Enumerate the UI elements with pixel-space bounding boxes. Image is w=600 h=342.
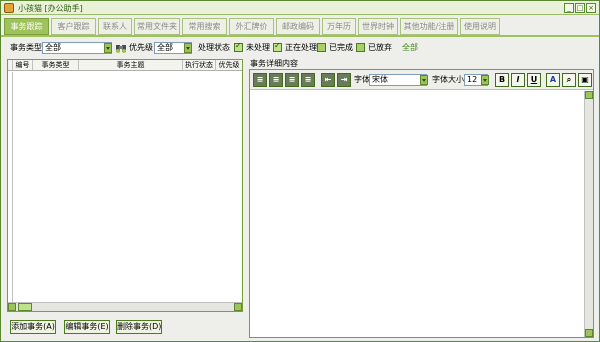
tab-other-register[interactable]: 其他功能/注册 (400, 18, 458, 35)
status-all-link[interactable]: 全部 (402, 42, 418, 54)
scroll-left-icon[interactable] (8, 303, 16, 311)
tab-divider (1, 35, 599, 37)
status-unprocessed-label: 未处理 (246, 43, 270, 52)
tab-common-folders[interactable]: 常用文件夹 (134, 18, 180, 35)
chevron-down-icon[interactable] (420, 75, 428, 85)
minimize-button[interactable]: _ (564, 3, 574, 13)
font-size-label: 字体大小 (432, 75, 464, 84)
maximize-button[interactable]: □ (575, 3, 585, 13)
save-icon[interactable]: ▣ (578, 73, 592, 87)
status-abandoned-label: 已放弃 (368, 43, 392, 52)
tab-exchange-rates[interactable]: 外汇牌价 (229, 18, 274, 35)
font-select[interactable]: 宋体 (369, 74, 427, 86)
title-bar[interactable]: 小孩猫 [办公助手] _ □ × (1, 1, 599, 15)
tab-task-tracking[interactable]: 事务跟踪 (4, 18, 49, 35)
status-filter-label: 处理状态 (198, 43, 230, 52)
align-justify-icon[interactable]: ≡ (301, 73, 315, 87)
tab-contacts[interactable]: 联系人 (98, 18, 132, 35)
type-filter-select[interactable]: 全部 (42, 42, 112, 54)
scroll-right-icon[interactable] (234, 303, 242, 311)
app-window: 小孩猫 [办公助手] _ □ × 事务跟踪 客户跟踪 联系人 常用文件夹 常用搜… (0, 0, 600, 342)
align-right-icon[interactable]: ≡ (285, 73, 299, 87)
column-header-priority[interactable]: 优先级 (216, 60, 242, 71)
detail-label: 事务详细内容 (250, 59, 298, 68)
chevron-down-icon[interactable] (184, 43, 192, 53)
status-checkbox-unprocessed[interactable] (234, 41, 243, 52)
filter-toolbar: 事务类型 全部 优先级 全部 处理状态 未处理 正在处理 已完成 已放弃 全部 (8, 41, 598, 55)
outdent-icon[interactable]: ⇤ (321, 73, 335, 87)
tab-customer-tracking[interactable]: 客户跟踪 (51, 18, 96, 35)
tab-postal-codes[interactable]: 邮政编码 (276, 18, 320, 35)
underline-button[interactable]: U (527, 73, 541, 87)
font-color-icon[interactable]: A (546, 73, 560, 87)
tab-calendar[interactable]: 万年历 (322, 18, 356, 35)
align-left-icon[interactable]: ≡ (253, 73, 267, 87)
task-list-grid[interactable]: 编号 事务类型 事务主题 执行状态 优先级 (7, 59, 243, 312)
status-checkbox-completed[interactable] (317, 43, 326, 52)
window-title: 小孩猫 [办公助手] (18, 4, 83, 13)
priority-filter-label: 优先级 (129, 43, 153, 52)
status-processing-label: 正在处理 (285, 43, 317, 52)
delete-task-button[interactable]: 删除事务(D) (116, 320, 162, 334)
scrollbar-thumb[interactable] (18, 303, 32, 311)
align-center-icon[interactable]: ≡ (269, 73, 283, 87)
status-checkbox-processing[interactable] (273, 41, 282, 52)
font-label: 字体 (354, 75, 370, 84)
bold-button[interactable]: B (495, 73, 509, 87)
column-header-status[interactable]: 执行状态 (183, 60, 216, 71)
edit-task-button[interactable]: 编辑事务(E) (64, 320, 110, 334)
vertical-scrollbar[interactable] (584, 91, 593, 337)
chevron-down-icon[interactable] (481, 75, 489, 85)
column-header-id[interactable]: 编号 (13, 60, 33, 71)
tab-common-search[interactable]: 常用搜索 (182, 18, 227, 35)
close-button[interactable]: × (586, 3, 596, 13)
status-completed-label: 已完成 (329, 43, 353, 52)
find-icon[interactable]: ⌕ (562, 73, 576, 87)
status-checkbox-abandoned[interactable] (356, 43, 365, 52)
detail-editor[interactable]: ≡ ≡ ≡ ≡ ⇤ ⇥ 字体 宋体 字体大小 12 B I U A ⌕ ▣ (249, 69, 594, 338)
binoculars-icon[interactable] (115, 42, 127, 54)
grid-header: 编号 事务类型 事务主题 执行状态 优先级 (8, 60, 242, 71)
chevron-down-icon[interactable] (104, 43, 112, 53)
scroll-down-icon[interactable] (585, 329, 593, 337)
italic-button[interactable]: I (511, 73, 525, 87)
add-task-button[interactable]: 添加事务(A) (10, 320, 56, 334)
scroll-up-icon[interactable] (585, 91, 593, 99)
type-filter-label: 事务类型 (10, 43, 42, 52)
app-icon (4, 3, 14, 13)
column-header-type[interactable]: 事务类型 (33, 60, 79, 71)
editor-toolbar: ≡ ≡ ≡ ≡ ⇤ ⇥ 字体 宋体 字体大小 12 B I U A ⌕ ▣ (250, 70, 593, 90)
tab-world-clock[interactable]: 世界时钟 (358, 18, 398, 35)
tab-help[interactable]: 使用说明 (460, 18, 500, 35)
column-header-subject[interactable]: 事务主题 (79, 60, 183, 71)
indent-icon[interactable]: ⇥ (337, 73, 351, 87)
row-indicator-column (8, 72, 13, 302)
horizontal-scrollbar[interactable] (8, 302, 242, 311)
